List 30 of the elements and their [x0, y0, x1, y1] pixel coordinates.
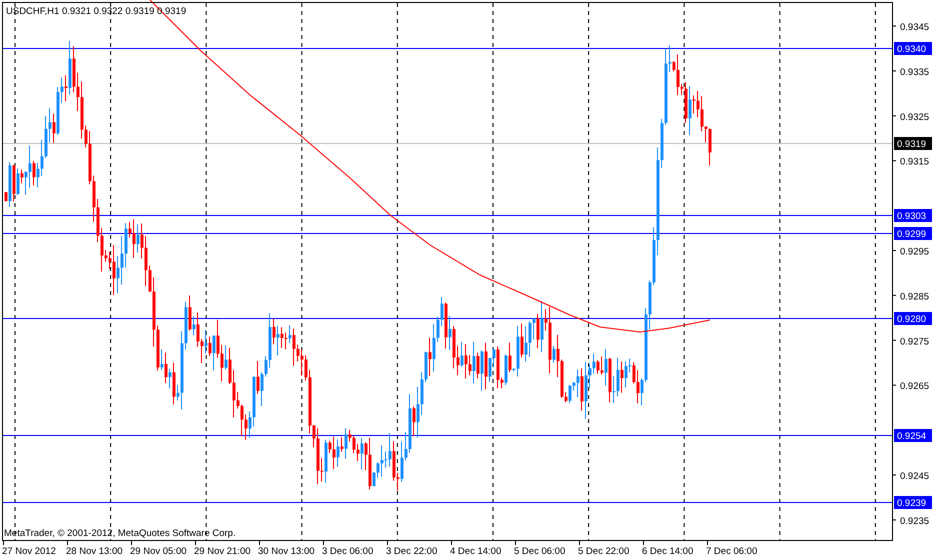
time-tick-label: 29 Nov 21:00	[194, 546, 251, 557]
price-tick-label: 0.9315	[900, 156, 930, 168]
price-label: 0.9299	[894, 227, 932, 240]
price-tick-label: 0.9345	[900, 22, 930, 33]
price-tick-label: 0.9325	[900, 112, 930, 123]
time-tick-label: 7 Dec 06:00	[706, 546, 758, 557]
time-tick-label: 29 Nov 05:00	[130, 546, 187, 557]
price-tick-label: 0.9335	[900, 66, 930, 78]
price-tick-label: 0.9275	[900, 336, 930, 348]
price-tick-label: 0.9235	[900, 516, 930, 527]
time-tick-label: 28 Nov 13:00	[66, 546, 123, 557]
time-tick-label: 30 Nov 13:00	[258, 546, 315, 557]
time-tick-label: 3 Dec 06:00	[322, 546, 374, 557]
price-label: 0.9239	[894, 496, 932, 509]
time-tick-label: 27 Nov 2012	[2, 546, 56, 557]
price-label: 0.9280	[894, 312, 932, 325]
price-tick-label: 0.9285	[900, 291, 930, 302]
time-tick-label: 3 Dec 22:00	[386, 546, 438, 557]
time-tick-label: 5 Dec 06:00	[514, 546, 566, 557]
time-tick-label: 4 Dec 14:00	[450, 546, 502, 557]
price-label: 0.9303	[894, 209, 932, 222]
time-tick-label: 6 Dec 14:00	[642, 546, 694, 557]
price-label: 0.9319	[894, 137, 932, 150]
price-label: 0.9254	[894, 429, 932, 442]
copyright-text: MetaTrader, © 2001-2012, MetaQuotes Software Corp.	[4, 528, 236, 539]
price-tick-label: 0.9245	[900, 471, 930, 482]
price-tick-label: 0.9295	[900, 246, 930, 258]
time-tick-label: 5 Dec 22:00	[578, 546, 630, 557]
price-tick-label: 0.9265	[900, 381, 930, 392]
price-label: 0.9340	[894, 42, 932, 55]
